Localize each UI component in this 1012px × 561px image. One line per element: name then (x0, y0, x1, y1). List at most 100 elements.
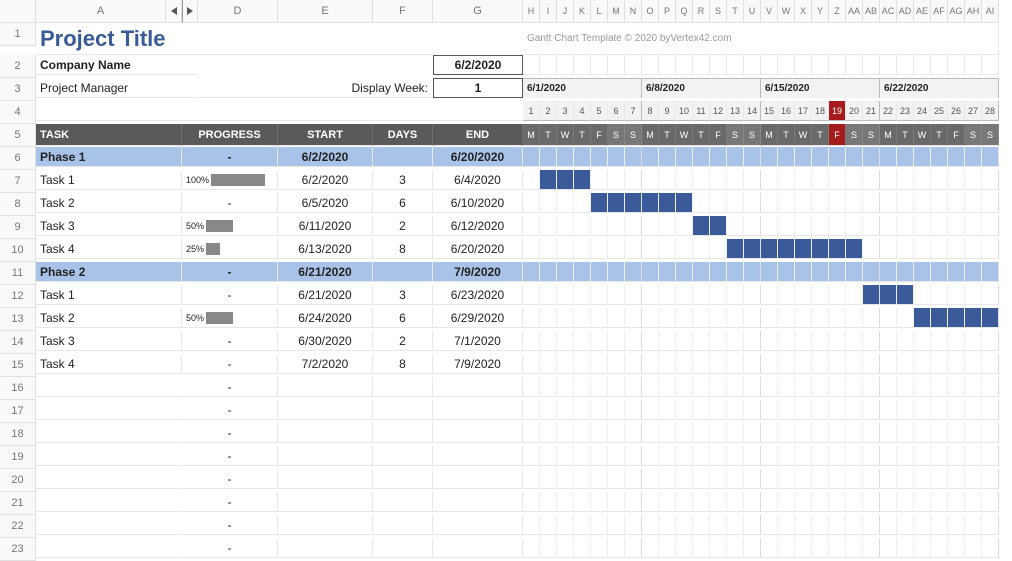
gantt-cell[interactable] (948, 423, 965, 443)
gantt-cell[interactable] (829, 262, 846, 282)
task-end[interactable]: 6/4/2020 (433, 170, 523, 190)
cell[interactable] (36, 469, 182, 489)
gantt-cell[interactable] (574, 469, 591, 489)
gantt-cell[interactable] (829, 354, 846, 374)
task-progress[interactable]: 100% (182, 170, 278, 190)
col-header-K[interactable]: K (574, 0, 591, 23)
gantt-cell[interactable] (914, 354, 931, 374)
cell[interactable] (523, 55, 540, 75)
col-header-R[interactable]: R (693, 0, 710, 23)
cell[interactable] (373, 538, 433, 558)
cell[interactable] (982, 55, 999, 75)
gantt-cell[interactable] (727, 400, 744, 420)
cell[interactable] (433, 492, 523, 512)
gantt-cell[interactable] (574, 193, 591, 213)
cell[interactable] (795, 55, 812, 75)
gantt-cell[interactable] (608, 285, 625, 305)
gantt-cell[interactable] (948, 492, 965, 512)
gantt-cell[interactable] (880, 216, 897, 236)
row-header-5[interactable]: 5 (0, 124, 36, 147)
gantt-cell[interactable] (540, 193, 557, 213)
task-name[interactable]: Task 3 (36, 331, 182, 351)
row-header-21[interactable]: 21 (0, 492, 36, 515)
task-name[interactable]: Phase 2 (36, 262, 182, 282)
gantt-cell[interactable] (982, 515, 999, 535)
gantt-cell[interactable] (897, 147, 914, 167)
cell[interactable] (608, 55, 625, 75)
gantt-cell[interactable] (863, 216, 880, 236)
gantt-cell[interactable] (897, 308, 914, 328)
gantt-cell[interactable] (778, 193, 795, 213)
gantt-cell[interactable] (608, 423, 625, 443)
gantt-cell[interactable] (812, 331, 829, 351)
gantt-cell[interactable] (948, 147, 965, 167)
cell[interactable] (433, 538, 523, 558)
gantt-cell[interactable] (676, 331, 693, 351)
gantt-cell[interactable] (642, 446, 659, 466)
gantt-cell[interactable] (931, 262, 948, 282)
gantt-cell[interactable] (982, 400, 999, 420)
row-header-2[interactable]: 2 (0, 55, 36, 78)
gantt-cell[interactable] (914, 492, 931, 512)
gantt-cell[interactable] (574, 170, 591, 190)
cell[interactable]: - (182, 400, 278, 420)
gantt-cell[interactable] (642, 239, 659, 259)
gantt-cell[interactable] (948, 469, 965, 489)
gantt-cell[interactable] (846, 515, 863, 535)
gantt-cell[interactable] (829, 193, 846, 213)
collapse-right-icon[interactable] (182, 0, 198, 23)
gantt-cell[interactable] (659, 331, 676, 351)
cell[interactable] (433, 446, 523, 466)
cell[interactable] (914, 55, 931, 75)
cell[interactable] (693, 55, 710, 75)
gantt-cell[interactable] (948, 377, 965, 397)
gantt-cell[interactable] (744, 492, 761, 512)
cell[interactable] (931, 55, 948, 75)
gantt-cell[interactable] (574, 515, 591, 535)
gantt-cell[interactable] (693, 423, 710, 443)
gantt-cell[interactable] (659, 515, 676, 535)
gantt-cell[interactable] (625, 216, 642, 236)
gantt-cell[interactable] (642, 354, 659, 374)
cell[interactable] (846, 55, 863, 75)
gantt-cell[interactable] (710, 538, 727, 558)
cell[interactable] (574, 55, 591, 75)
cell[interactable]: - (182, 469, 278, 489)
gantt-cell[interactable] (557, 538, 574, 558)
gantt-cell[interactable] (795, 515, 812, 535)
gantt-cell[interactable] (965, 262, 982, 282)
gantt-cell[interactable] (965, 147, 982, 167)
gantt-cell[interactable] (863, 377, 880, 397)
gantt-cell[interactable] (931, 492, 948, 512)
cell[interactable] (36, 377, 182, 397)
row-header-4[interactable]: 4 (0, 101, 36, 124)
gantt-cell[interactable] (591, 216, 608, 236)
task-progress[interactable]: 50% (182, 308, 278, 328)
gantt-cell[interactable] (914, 262, 931, 282)
cell[interactable] (278, 446, 373, 466)
gantt-cell[interactable] (642, 515, 659, 535)
task-start[interactable]: 7/2/2020 (278, 354, 373, 374)
gantt-cell[interactable] (863, 469, 880, 489)
gantt-cell[interactable] (591, 262, 608, 282)
cell[interactable] (863, 55, 880, 75)
gantt-cell[interactable] (710, 262, 727, 282)
gantt-cell[interactable] (795, 193, 812, 213)
gantt-cell[interactable] (812, 354, 829, 374)
gantt-cell[interactable] (778, 377, 795, 397)
gantt-cell[interactable] (693, 377, 710, 397)
task-days[interactable]: 8 (373, 354, 433, 374)
gantt-cell[interactable] (897, 377, 914, 397)
gantt-cell[interactable] (591, 331, 608, 351)
gantt-cell[interactable] (744, 423, 761, 443)
gantt-cell[interactable] (523, 469, 540, 489)
gantt-cell[interactable] (914, 147, 931, 167)
gantt-cell[interactable] (625, 469, 642, 489)
gantt-cell[interactable] (931, 423, 948, 443)
gantt-cell[interactable] (540, 515, 557, 535)
gantt-cell[interactable] (795, 170, 812, 190)
gantt-cell[interactable] (727, 354, 744, 374)
gantt-cell[interactable] (761, 331, 778, 351)
gantt-cell[interactable] (795, 446, 812, 466)
gantt-cell[interactable] (897, 170, 914, 190)
